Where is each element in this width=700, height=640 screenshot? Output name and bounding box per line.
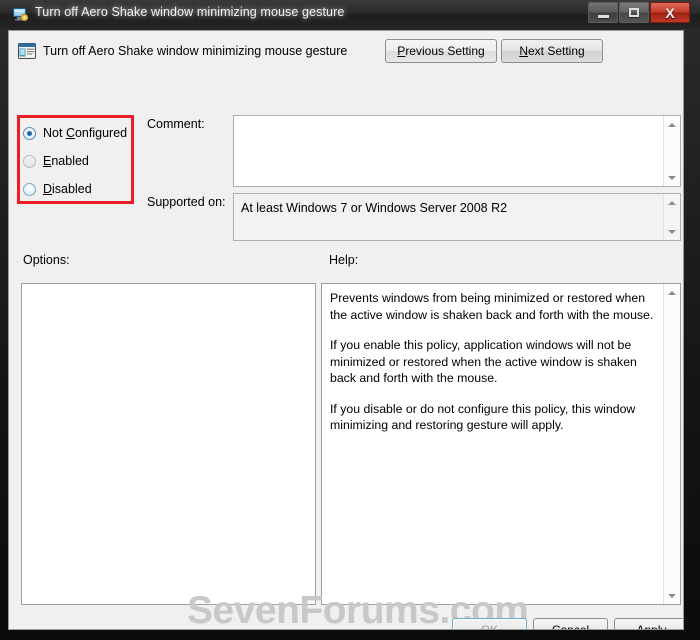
cancel-button-label: Cancel bbox=[551, 623, 590, 630]
options-label: Options: bbox=[23, 253, 70, 267]
supported-on-value: At least Windows 7 or Windows Server 200… bbox=[241, 201, 508, 215]
help-scrollbar[interactable] bbox=[663, 284, 680, 604]
scroll-down-icon[interactable] bbox=[664, 588, 680, 603]
help-panel[interactable]: Prevents windows from being minimized or… bbox=[321, 283, 681, 605]
policy-monitor-icon bbox=[13, 8, 29, 22]
close-icon: X bbox=[665, 4, 675, 21]
minimize-icon bbox=[589, 3, 617, 22]
window-title: Turn off Aero Shake window minimizing mo… bbox=[35, 5, 345, 19]
close-button[interactable]: X bbox=[650, 2, 690, 23]
help-text: Prevents windows from being minimized or… bbox=[330, 290, 656, 434]
radio-enabled[interactable]: Enabled bbox=[23, 147, 131, 175]
apply-button-label: Apply bbox=[636, 623, 667, 630]
maximize-button[interactable] bbox=[619, 2, 649, 23]
policy-setting-window: Turn off Aero Shake window minimizing mo… bbox=[0, 0, 700, 640]
help-paragraph: Prevents windows from being minimized or… bbox=[330, 291, 654, 322]
radio-enabled-mark[interactable] bbox=[23, 154, 36, 168]
scroll-down-icon[interactable] bbox=[664, 170, 680, 185]
supported-on-scrollbar[interactable] bbox=[663, 194, 680, 240]
supported-on-box: At least Windows 7 or Windows Server 200… bbox=[233, 193, 681, 241]
comment-label: Comment: bbox=[147, 117, 205, 131]
scroll-up-icon[interactable] bbox=[664, 195, 680, 210]
minimize-button[interactable] bbox=[588, 2, 618, 23]
help-paragraph: If you enable this policy, application w… bbox=[330, 338, 637, 385]
dialog-client-area: Turn off Aero Shake window minimizing mo… bbox=[8, 30, 684, 630]
ok-button[interactable]: OK bbox=[452, 618, 527, 630]
radio-disabled-label: Disabled bbox=[43, 182, 92, 196]
cancel-button[interactable]: Cancel bbox=[533, 618, 608, 630]
radio-enabled-label: Enabled bbox=[43, 154, 89, 168]
supported-on-label: Supported on: bbox=[147, 195, 226, 209]
radio-disabled[interactable]: Disabled bbox=[23, 175, 131, 203]
ok-button-label: OK bbox=[480, 623, 499, 630]
scroll-down-icon[interactable] bbox=[664, 224, 680, 239]
next-setting-label: Next Setting bbox=[519, 44, 585, 58]
help-paragraph: If you disable or do not configure this … bbox=[330, 401, 636, 433]
next-setting-button[interactable]: Next Setting bbox=[501, 39, 603, 63]
options-panel[interactable] bbox=[21, 283, 316, 605]
maximize-icon bbox=[620, 3, 648, 22]
scroll-up-icon[interactable] bbox=[664, 285, 680, 300]
radio-disabled-mark[interactable] bbox=[23, 182, 36, 196]
apply-button[interactable]: Apply bbox=[614, 618, 683, 630]
radio-not-configured-mark[interactable] bbox=[23, 126, 36, 140]
policy-title: Turn off Aero Shake window minimizing mo… bbox=[43, 44, 348, 58]
comment-input[interactable] bbox=[233, 115, 681, 187]
scroll-up-icon[interactable] bbox=[664, 117, 680, 132]
title-bar[interactable]: Turn off Aero Shake window minimizing mo… bbox=[0, 0, 700, 29]
previous-setting-button[interactable]: Previous Setting bbox=[385, 39, 497, 63]
radio-not-configured-label: Not Configured bbox=[43, 126, 128, 140]
previous-setting-label: Previous Setting bbox=[397, 44, 485, 58]
help-label: Help: bbox=[329, 253, 359, 267]
group-policy-setting-icon bbox=[18, 43, 36, 59]
comment-scrollbar[interactable] bbox=[663, 116, 680, 186]
radio-not-configured[interactable]: Not Configured bbox=[23, 119, 131, 147]
state-radio-group: Not Configured Enabled Disabled bbox=[23, 119, 131, 203]
